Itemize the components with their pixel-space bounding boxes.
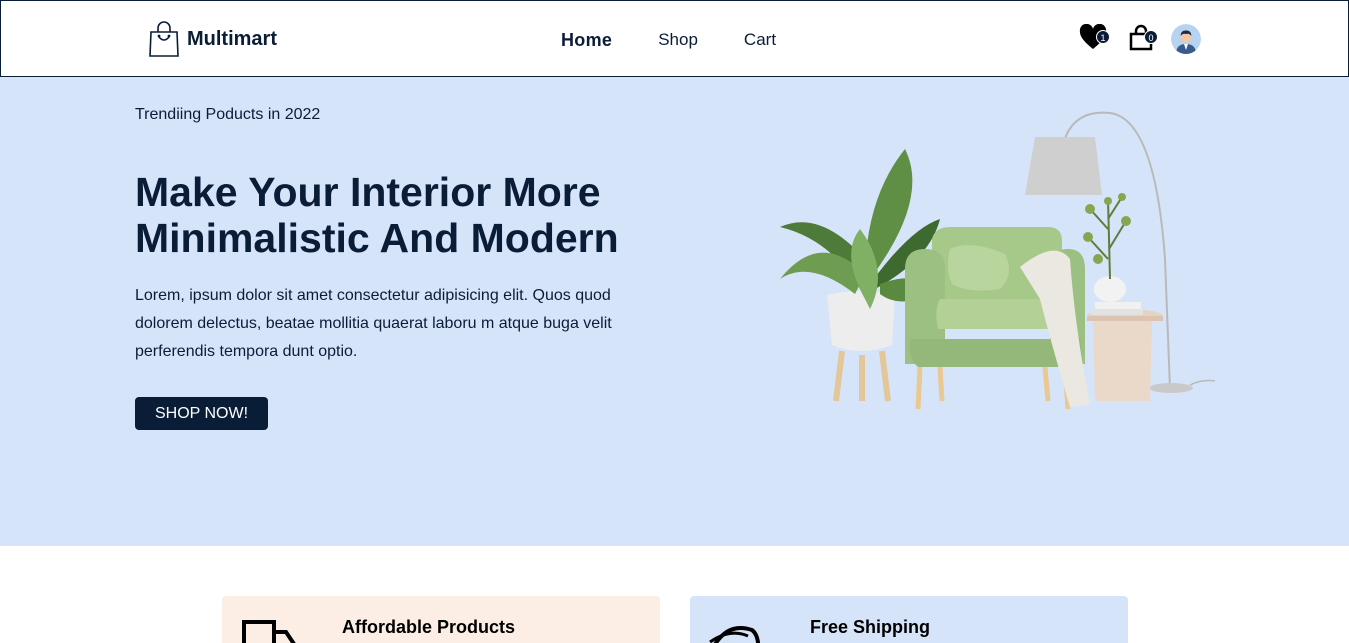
cart-count-badge: 0 [1144,30,1158,44]
nav-shop[interactable]: Shop [658,30,698,51]
service-card-shipping: Free Shipping [690,596,1128,643]
user-avatar-icon [1171,24,1201,54]
service-card-affordable: Affordable Products [222,596,660,643]
cart-button[interactable]: 0 [1127,24,1158,52]
hero-description: Lorem, ipsum dolor sit amet consectetur … [135,287,612,360]
shopping-bag-icon [149,21,179,57]
logo[interactable]: Multimart [147,21,277,57]
service-title: Free Shipping [810,617,931,637]
user-avatar[interactable] [1171,24,1201,54]
service-title: Affordable Products [342,617,516,637]
hero-furniture-image [780,111,1216,410]
main-nav: Home Shop Cart [561,30,822,51]
header-actions: 1 0 [1079,22,1201,54]
nav-cart[interactable]: Cart [744,30,776,51]
hero-section: Trendiing Poducts in 2022 Make Your Inte… [0,77,1349,546]
hero-title: Make Your Interior More Minimalistic And… [135,169,619,261]
refresh-icon [709,626,761,643]
wishlist-count-badge: 1 [1096,30,1110,44]
brand-name: Multimart [187,27,277,50]
site-header: Multimart Home Shop Cart 1 0 [0,0,1349,77]
nav-home[interactable]: Home [561,30,612,51]
truck-icon [242,620,296,643]
wishlist-button[interactable]: 1 [1079,23,1110,52]
shop-now-button[interactable]: SHOP NOW! [135,397,268,430]
services-section: Affordable Products Free Shipping [0,546,1349,643]
hero-subtitle: Trendiing Poducts in 2022 [135,106,321,123]
